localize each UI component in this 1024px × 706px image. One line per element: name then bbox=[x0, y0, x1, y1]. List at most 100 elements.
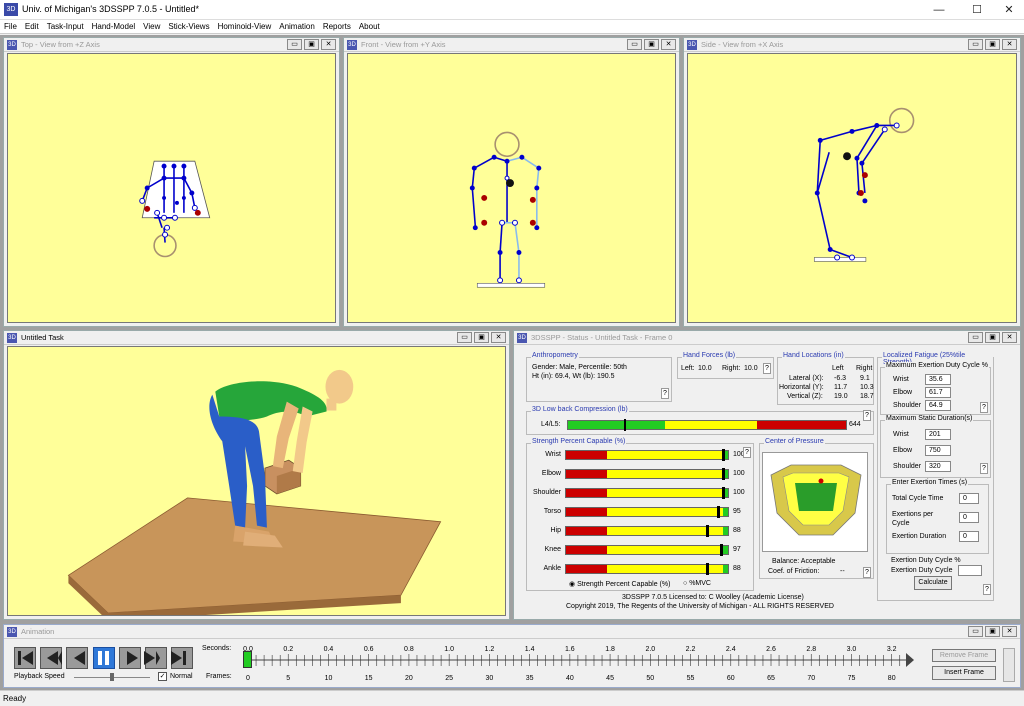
frames-tick-label: 55 bbox=[687, 675, 695, 682]
menu-animation[interactable]: Animation bbox=[275, 20, 319, 33]
lateral-label: Lateral (X): bbox=[789, 375, 824, 382]
strength-marker bbox=[721, 449, 725, 461]
window-icon: 3D bbox=[7, 333, 17, 343]
close-icon[interactable]: ✕ bbox=[1002, 626, 1017, 637]
frames-tick-label: 5 bbox=[286, 675, 290, 682]
max-static-group: Maximum Static Duration(s) Wrist 201 Elb… bbox=[880, 415, 991, 478]
insert-frame-button[interactable]: Insert Frame bbox=[932, 666, 996, 680]
side-floor-plate bbox=[813, 257, 867, 262]
seconds-tick-label: 2.8 bbox=[806, 646, 816, 653]
help-button[interactable]: ? bbox=[980, 402, 988, 413]
playback-speed-thumb[interactable] bbox=[110, 673, 114, 681]
menu-edit[interactable]: Edit bbox=[21, 20, 43, 33]
help-button[interactable]: ? bbox=[763, 363, 771, 374]
close-icon[interactable]: ✕ bbox=[1002, 39, 1017, 50]
strength-red-zone bbox=[566, 451, 607, 459]
close-icon[interactable]: ✕ bbox=[491, 332, 506, 343]
hominoid-canvas[interactable] bbox=[7, 346, 506, 621]
side-center-of-mass-icon bbox=[843, 152, 852, 161]
front-skeleton-left bbox=[471, 156, 508, 281]
seconds-label: Seconds: bbox=[202, 645, 232, 652]
seconds-tick-label: 2.6 bbox=[766, 646, 776, 653]
maximize-icon[interactable]: ▣ bbox=[985, 626, 1000, 637]
minimize-icon[interactable]: ▭ bbox=[968, 332, 983, 343]
frames-tick-label: 75 bbox=[848, 675, 856, 682]
option-strength-percent[interactable]: ◉ Strength Percent Capable (%) bbox=[569, 580, 670, 588]
hand-force-left-label: Left: bbox=[681, 365, 695, 372]
front-joint-markers bbox=[469, 154, 542, 255]
seconds-tick-label: 0.4 bbox=[324, 646, 334, 653]
status-window[interactable]: 3D 3DSSPP - Status - Untitled Task - Fra… bbox=[513, 330, 1021, 620]
top-view-window[interactable]: 3D Top - View from +Z Axis ▭ ▣ ✕ bbox=[3, 37, 340, 327]
menu-hominoid-view[interactable]: Hominoid-View bbox=[214, 20, 276, 33]
minimize-icon[interactable]: ▭ bbox=[968, 39, 983, 50]
lateral-right: 9.1 bbox=[860, 375, 870, 382]
minimize-icon[interactable]: ▭ bbox=[968, 626, 983, 637]
total-cycle-input[interactable]: 0 bbox=[959, 493, 979, 504]
menu-file[interactable]: File bbox=[0, 20, 21, 33]
top-view-canvas[interactable] bbox=[7, 53, 336, 323]
animation-scrollbar[interactable] bbox=[1003, 648, 1015, 682]
exertion-duration-input[interactable]: 0 bbox=[959, 531, 979, 542]
static-shoulder-value: 320 bbox=[925, 461, 951, 472]
menu-about[interactable]: About bbox=[355, 20, 384, 33]
maximize-icon[interactable]: ▣ bbox=[985, 332, 1000, 343]
strength-red-zone bbox=[566, 489, 607, 497]
menu-view[interactable]: View bbox=[139, 20, 164, 33]
top-view-caption: 3D Top - View from +Z Axis ▭ ▣ ✕ bbox=[4, 38, 339, 52]
vertical-right: 18.7 bbox=[860, 393, 874, 400]
friction-label: Coef. of Friction: bbox=[768, 568, 820, 575]
minimize-icon[interactable]: ▭ bbox=[627, 39, 642, 50]
timeline-cursor[interactable] bbox=[243, 651, 252, 668]
help-button[interactable]: ? bbox=[863, 567, 871, 578]
side-view-canvas[interactable] bbox=[687, 53, 1017, 323]
menu-reports[interactable]: Reports bbox=[319, 20, 355, 33]
seconds-tick-label: 2.2 bbox=[686, 646, 696, 653]
close-button[interactable]: ✕ bbox=[992, 0, 1024, 20]
maximize-icon[interactable]: ▣ bbox=[474, 332, 489, 343]
timeline-ruler[interactable]: 0.0 0.2 0.4 0.6 0.8 1.0 1.2 1.4 1.6 1.8 2.0 2.2 2.4 2… bbox=[240, 643, 920, 685]
front-view-canvas[interactable] bbox=[347, 53, 676, 323]
strength-marker bbox=[721, 468, 725, 480]
duty-shoulder-label: Shoulder bbox=[893, 402, 922, 409]
option-mvc[interactable]: ○ %MVC bbox=[683, 580, 711, 587]
vertical-left: 19.0 bbox=[834, 393, 848, 400]
task-view-window[interactable]: 3D Untitled Task ▭ ▣ ✕ bbox=[3, 330, 510, 621]
compression-marker bbox=[623, 419, 626, 431]
help-button[interactable]: ? bbox=[983, 584, 991, 595]
help-button[interactable]: ? bbox=[980, 463, 988, 474]
normal-checkbox[interactable]: ✓ bbox=[158, 672, 167, 681]
maximize-icon[interactable]: ▣ bbox=[644, 39, 659, 50]
frames-tick-label: 35 bbox=[526, 675, 534, 682]
calculate-button[interactable]: Calculate bbox=[914, 576, 952, 590]
exertions-per-cycle-input[interactable]: 0 bbox=[959, 512, 979, 523]
maximize-icon[interactable]: ▣ bbox=[985, 39, 1000, 50]
maximize-icon[interactable]: ▣ bbox=[304, 39, 319, 50]
front-view-window[interactable]: 3D Front - View from +Y Axis ▭ ▣ ✕ bbox=[343, 37, 680, 327]
frames-tick-label: 25 bbox=[445, 675, 453, 682]
menu-stick-views[interactable]: Stick-Views bbox=[164, 20, 213, 33]
maximize-button[interactable]: ☐ bbox=[960, 0, 994, 20]
top-floor-plate bbox=[141, 160, 211, 219]
frames-tick-label: 80 bbox=[888, 675, 896, 682]
hand-forces-label: Hand Forces (lb) bbox=[682, 352, 737, 359]
side-view-title: Side - View from +X Axis bbox=[701, 40, 784, 49]
menu-hand-model[interactable]: Hand-Model bbox=[88, 20, 140, 33]
minimize-icon[interactable]: ▭ bbox=[457, 332, 472, 343]
menu-task-input[interactable]: Task-Input bbox=[43, 20, 88, 33]
remove-frame-button[interactable]: Remove Frame bbox=[932, 649, 996, 662]
center-of-pressure-group: Center of Pressure Balance: Acceptable C… bbox=[759, 438, 874, 579]
side-view-window[interactable]: 3D Side - View from +X Axis ▭ ▣ ✕ bbox=[683, 37, 1021, 327]
frames-tick-label: 0 bbox=[246, 675, 250, 682]
close-icon[interactable]: ✕ bbox=[661, 39, 676, 50]
strength-row-label: Hip bbox=[550, 527, 561, 534]
help-button[interactable]: ? bbox=[661, 388, 669, 399]
close-icon[interactable]: ✕ bbox=[1002, 332, 1017, 343]
strength-row-value: 100 bbox=[733, 470, 745, 477]
help-button[interactable]: ? bbox=[743, 447, 751, 458]
minimize-icon[interactable]: ▭ bbox=[287, 39, 302, 50]
hand-force-left-value: 10.0 bbox=[698, 365, 712, 372]
help-button[interactable]: ? bbox=[863, 410, 871, 421]
close-icon[interactable]: ✕ bbox=[321, 39, 336, 50]
minimize-button[interactable]: — bbox=[922, 0, 956, 20]
